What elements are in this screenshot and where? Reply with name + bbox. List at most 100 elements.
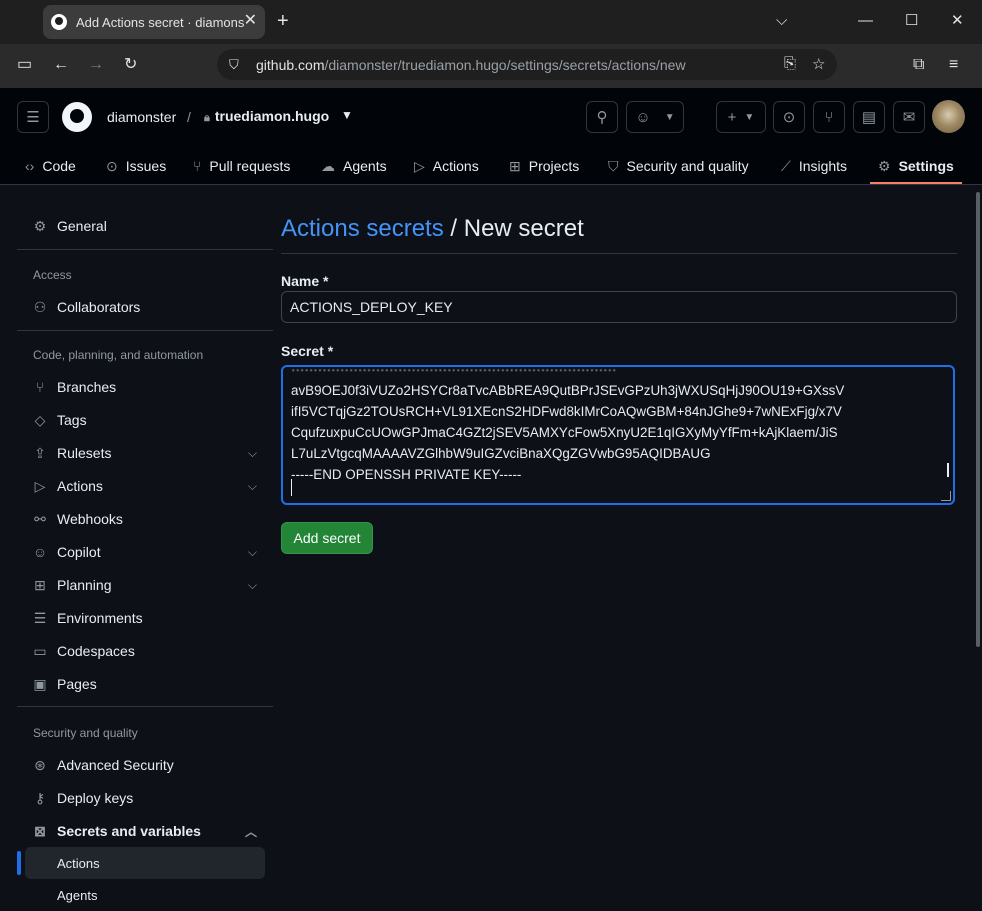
chevron-down-icon: ⌵	[247, 544, 257, 559]
inbox-button[interactable]: ✉	[893, 101, 925, 133]
star-icon[interactable]: ☆	[812, 55, 825, 73]
section-heading: Security and quality	[33, 726, 138, 740]
issues-button[interactable]: ⊙	[773, 101, 805, 133]
chevron-up-icon: ︿	[244, 824, 257, 839]
breadcrumb-link[interactable]: Actions secrets	[281, 215, 444, 242]
tab-strip: Add Actions secret · diamonster/truediam…	[0, 0, 982, 44]
tab-code[interactable]: ‹› Code	[25, 148, 76, 184]
caret-down-icon[interactable]: ▼	[341, 108, 353, 122]
tab-pull-requests[interactable]: ⑂ Pull requests	[193, 148, 290, 184]
chevron-down-icon[interactable]: ⌵	[776, 12, 787, 30]
plus-icon[interactable]: +	[277, 11, 289, 31]
chevron-down-icon: ⌵	[247, 445, 257, 460]
add-secret-button[interactable]: Add secret	[281, 522, 373, 554]
resize-handle[interactable]	[941, 491, 951, 501]
tab-label: Security and quality	[626, 158, 749, 174]
sidebar-item-webhooks[interactable]: ⚯ Webhooks	[17, 503, 273, 535]
secret-line: ········································…	[291, 365, 617, 377]
avatar[interactable]	[932, 100, 965, 133]
close-icon[interactable]: ✕	[244, 13, 257, 29]
sidebar-item-branches[interactable]: ⑂ Branches	[17, 371, 273, 403]
shield-icon[interactable]: ⛉	[229, 57, 245, 73]
table-icon: ⊞	[34, 576, 46, 593]
tab-insights[interactable]: ⟋ Insights	[781, 148, 847, 184]
menu-icon[interactable]: ≡	[949, 56, 958, 74]
tag-icon: ◇	[34, 411, 46, 428]
create-new-button[interactable]: + ▼	[716, 101, 766, 133]
triangle-down-icon: ▼	[664, 111, 675, 123]
sidebar-item-advanced-security[interactable]: ⊛ Advanced Security	[17, 749, 273, 781]
path-separator: /	[187, 109, 191, 125]
browser-chrome: Add Actions secret · diamonster/truediam…	[0, 0, 982, 88]
tab-issues[interactable]: ⊙ Issues	[106, 148, 166, 184]
reload-icon[interactable]: ↻	[124, 56, 137, 74]
tab-agents[interactable]: ☁ Agents	[321, 148, 387, 184]
tab-settings[interactable]: ⚙ Settings	[870, 148, 962, 184]
install-icon[interactable]: ⎘	[784, 55, 796, 72]
sidebar-subitem-actions[interactable]: Actions	[25, 847, 265, 879]
repo-name: truediamon.hugo	[214, 108, 330, 124]
sidebar-item-rulesets[interactable]: ⇪ Rulesets ⌵	[17, 437, 273, 469]
pull-requests-button[interactable]: ⑂	[813, 101, 845, 133]
sidebar-item-secrets-and-variables[interactable]: ⊠ Secrets and variables ︿	[17, 815, 273, 847]
tab-label: Agents	[343, 158, 387, 174]
repo-link[interactable]: 🔒︎ truediamon.hugo	[204, 108, 329, 125]
sidebar-icon[interactable]: ▭	[17, 56, 32, 74]
url-path: /diamonster/truediamon.hugo/settings/sec…	[324, 56, 686, 73]
sidebar-item-general[interactable]: ⚙ General	[17, 210, 273, 242]
play-icon: ▷	[414, 157, 425, 174]
hamburger-menu-button[interactable]: ☰	[17, 101, 49, 133]
sidebar-item-tags[interactable]: ◇ Tags	[17, 404, 273, 436]
sidebar-item-environments[interactable]: ☰ Environments	[17, 602, 273, 634]
maximize-icon[interactable]: ☐	[905, 12, 918, 30]
forward-icon[interactable]: →	[88, 56, 104, 74]
sidebar-item-planning[interactable]: ⊞ Planning ⌵	[17, 569, 273, 601]
people-icon: ⚇	[33, 298, 47, 315]
play-icon: ▷	[34, 477, 46, 494]
chevron-down-icon: ⌵	[247, 478, 257, 493]
github-logo-icon[interactable]	[62, 102, 92, 132]
secret-value-textarea[interactable]: ········································…	[281, 365, 955, 505]
secret-label: Secret *	[281, 343, 334, 359]
tab-projects[interactable]: ⊞ Projects	[509, 148, 579, 184]
minimize-icon[interactable]: —	[858, 12, 873, 30]
graph-icon: ⟋	[781, 157, 791, 174]
close-window-icon[interactable]: ✕	[951, 12, 964, 30]
sidebar-item-copilot[interactable]: ☺ Copilot ⌵	[17, 536, 273, 568]
menu-icon: ☰	[26, 109, 40, 126]
browser-tab[interactable]: Add Actions secret · diamonster/truediam…	[43, 5, 265, 39]
secret-name-input[interactable]: ACTIONS_DEPLOY_KEY	[281, 291, 957, 323]
sidebar-item-actions[interactable]: ▷ Actions ⌵	[17, 470, 273, 502]
extensions-icon[interactable]: ⧉	[913, 56, 924, 74]
sidebar-item-label: Pages	[57, 676, 97, 692]
tab-security[interactable]: ⛉ Security and quality	[608, 148, 749, 184]
sidebar-item-label: Codespaces	[57, 643, 135, 659]
inbox-icon: ✉	[902, 109, 916, 126]
divider	[17, 249, 273, 250]
textarea-scrollbar[interactable]	[947, 463, 949, 477]
tab-actions[interactable]: ▷ Actions	[414, 148, 479, 184]
browser-icon: ▣	[33, 675, 47, 692]
sidebar-item-codespaces[interactable]: ▭ Codespaces	[17, 635, 273, 667]
sidebar-item-label: Collaborators	[57, 299, 141, 315]
sidebar-item-label: Deploy keys	[57, 790, 134, 806]
address-bar[interactable]: ⛉ github.com/diamonster/truediamon.hugo/…	[217, 49, 837, 80]
section-heading: Code, planning, and automation	[33, 348, 204, 362]
tab-title: Add Actions secret · diamonster/truediam…	[76, 14, 244, 30]
sidebar-item-pages[interactable]: ▣ Pages	[17, 668, 273, 700]
owner-link[interactable]: diamonster	[107, 109, 176, 125]
repositories-button[interactable]: ▤	[853, 101, 885, 133]
search-button[interactable]: ⚲	[586, 101, 618, 133]
sidebar-subitem-agents[interactable]: Agents	[25, 879, 265, 911]
search-icon: ⚲	[596, 109, 608, 126]
sidebar-item-deploy-keys[interactable]: ⚷ Deploy keys	[17, 782, 273, 814]
copilot-button[interactable]: ☺ ▼	[626, 101, 684, 133]
plus-icon: +	[727, 108, 737, 126]
page-scrollbar-thumb[interactable]	[976, 192, 980, 647]
back-icon[interactable]: ←	[53, 56, 69, 74]
url-text[interactable]: github.com/diamonster/truediamon.hugo/se…	[256, 57, 686, 73]
code-icon: ‹›	[25, 158, 35, 174]
name-label: Name *	[281, 273, 329, 289]
sidebar-item-collaborators[interactable]: ⚇ Collaborators	[17, 291, 273, 323]
url-host: github.com	[256, 56, 325, 73]
